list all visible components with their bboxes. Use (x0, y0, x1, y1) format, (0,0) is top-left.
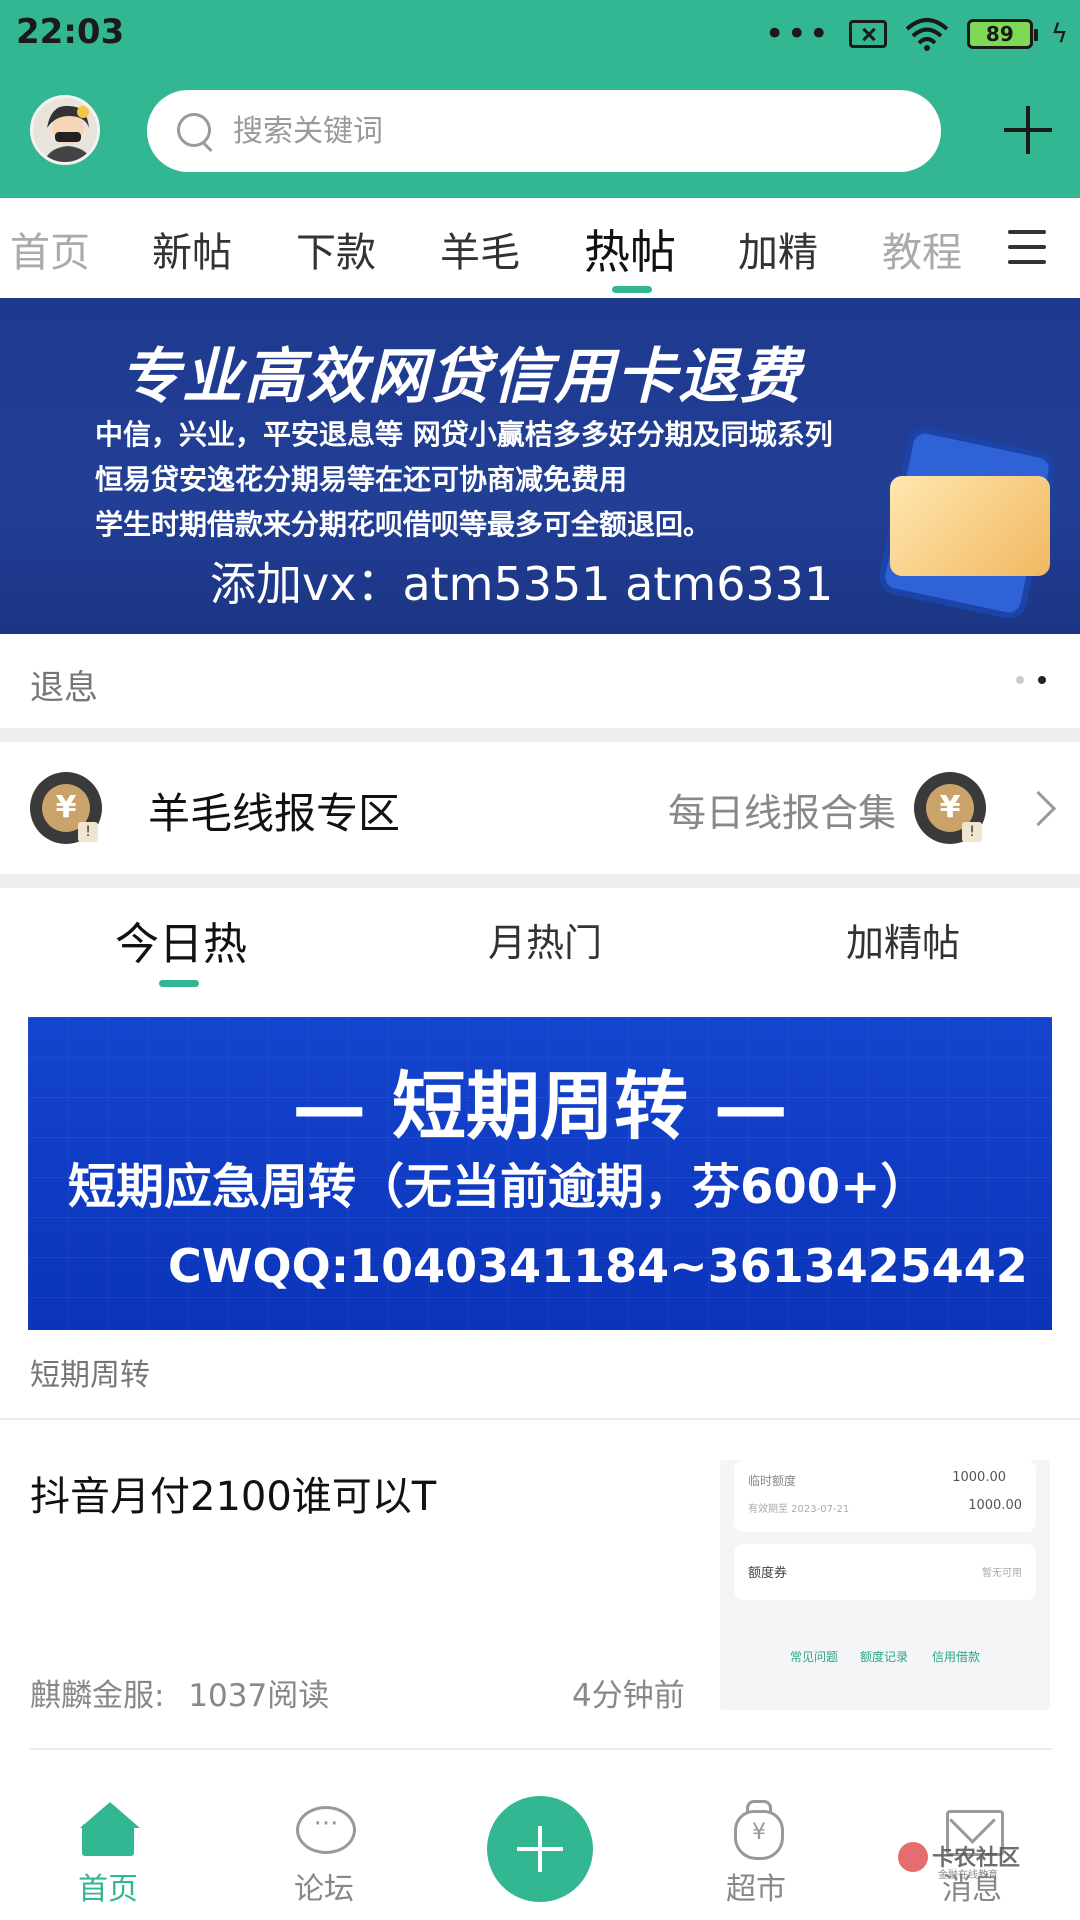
nav-forum[interactable]: 论坛 (264, 1800, 384, 1908)
banner-caption-row: 退息 (0, 634, 1080, 728)
charging-icon: ϟ (1050, 19, 1068, 49)
section-title: 羊毛线报专区 (148, 789, 401, 838)
tab-hot-posts[interactable]: 热帖 (584, 216, 676, 282)
post-time: 4分钟前 (572, 1678, 685, 1714)
more-dots-icon: ••• (764, 14, 831, 54)
tab-loans[interactable]: 下款 (296, 220, 376, 278)
avatar[interactable] (30, 95, 100, 165)
thumb-status: 暂无可用 (982, 1568, 1022, 1579)
tab-month-hot[interactable]: 月热门 (488, 912, 602, 967)
coin-icon (30, 772, 102, 844)
section-separator (0, 728, 1080, 742)
banner-caption: 短期周转 (30, 1358, 150, 1393)
nav-home[interactable]: 首页 (48, 1800, 168, 1908)
no-sim-icon (848, 20, 887, 48)
tab-featured-posts[interactable]: 加精帖 (846, 912, 960, 967)
banner-title: 专业高效网贷信用卡退费 (120, 342, 802, 412)
thumb-value: 1000.00 (952, 1470, 1006, 1485)
category-tabs: 首页 新帖 下款 羊毛 热帖 加精 教程 (0, 198, 1080, 298)
money-bag-icon (724, 1800, 788, 1860)
banner-line: 恒易贷安逸花分期易等在还可协商减免费用 (95, 463, 628, 496)
thumb-date: 有效期至 2023-07-21 (748, 1504, 850, 1515)
status-time: 22:03 (16, 12, 125, 52)
nav-label: 首页 (78, 1872, 138, 1907)
watermark-icon (898, 1842, 928, 1872)
status-bar: 22:03 ••• 89 ϟ (0, 0, 1080, 70)
section-subtitle: 每日线报合集 (667, 791, 896, 835)
chevron-right-icon (1032, 788, 1054, 828)
deals-section-row[interactable]: 羊毛线报专区 每日线报合集 (0, 742, 1080, 874)
home-icon (76, 1800, 140, 1856)
search-icon (175, 111, 215, 151)
thumb-label: 额度券 (748, 1566, 788, 1581)
banner-title: — 短期周转 — (292, 1064, 788, 1150)
search-input[interactable] (233, 113, 873, 149)
post-author: 麒麟金服: (30, 1678, 165, 1714)
thumb-value: 1000.00 (968, 1498, 1022, 1513)
nav-label: 超市 (726, 1872, 786, 1907)
post-title: 抖音月付2100谁可以T (30, 1474, 437, 1520)
banner-contact: 添加vx：atm5351 atm6331 (210, 557, 834, 611)
ad-banner-refund[interactable]: 专业高效网贷信用卡退费 中信，兴业，平安退息等 网贷小赢桔多多好分期及同城系列 … (0, 298, 1080, 634)
thumb-label: 临时额度 (748, 1474, 797, 1488)
post-meta: 麒麟金服: 1037阅读 (30, 1670, 329, 1715)
wifi-icon (905, 18, 949, 51)
watermark-subtext: 金融在线教育 (938, 1870, 998, 1881)
battery-icon: 89 (966, 19, 1038, 49)
coin-icon (914, 772, 986, 844)
ad-banner-loan[interactable]: — 短期周转 — 短期应急周转（无当前逾期，芬600+） CWQQ:104034… (28, 1017, 1052, 1330)
active-tab-indicator (159, 980, 199, 987)
tab-today-hot[interactable]: 今日热 (115, 908, 247, 972)
app-header: 22:03 ••• 89 ϟ (0, 0, 1080, 198)
nav-market[interactable]: 超市 (696, 1800, 816, 1908)
tab-tutorials[interactable]: 教程 (882, 220, 962, 278)
banner-line: 学生时期借款来分期花呗借呗等最多可全额退回。 (95, 508, 712, 541)
active-tab-indicator (612, 286, 652, 293)
chat-icon (292, 1800, 356, 1856)
hot-tabs: 今日热 月热门 加精帖 (0, 888, 1080, 988)
carousel-pager (1016, 676, 1046, 684)
tab-new-posts[interactable]: 新帖 (152, 220, 232, 278)
watermark-logo: 卡农社区 金融在线教育 (898, 1838, 1038, 1881)
post-thumbnail: 临时额度 1000.00 有效期至 2023-07-21 1000.00 额度券… (720, 1460, 1050, 1710)
nav-label: 论坛 (294, 1872, 354, 1907)
banner-line: 短期应急周转（无当前逾期，芬600+） (68, 1159, 929, 1215)
banner-line: 中信，兴业，平安退息等 网贷小赢桔多多好分期及同城系列 (95, 418, 833, 451)
tab-deals[interactable]: 羊毛 (440, 220, 520, 278)
banner-caption: 退息 (30, 668, 98, 708)
thumb-link: 信用借款 (932, 1650, 981, 1664)
post-item[interactable]: 抖音月付2100谁可以T 麒麟金服: 1037阅读 4分钟前 临时额度 1000… (0, 1420, 1080, 1750)
thumb-link: 额度记录 (860, 1650, 909, 1664)
divider (30, 1748, 1052, 1750)
search-bar[interactable] (147, 90, 941, 172)
tab-home[interactable]: 首页 (10, 220, 90, 278)
banner-contact: CWQQ:1040341184~3613425442 (168, 1239, 1028, 1293)
section-separator (0, 874, 1080, 888)
bottom-nav: 首页 论坛 超市 消息 卡农社区 金融在线教育 (0, 1760, 1080, 1920)
add-button[interactable] (1004, 106, 1052, 154)
create-post-button[interactable] (487, 1796, 593, 1902)
post-reads: 1037阅读 (188, 1678, 330, 1714)
tab-featured[interactable]: 加精 (738, 220, 818, 278)
card-illustration (890, 476, 1050, 576)
menu-icon[interactable] (1008, 230, 1046, 264)
thumb-link: 常见问题 (790, 1650, 839, 1664)
